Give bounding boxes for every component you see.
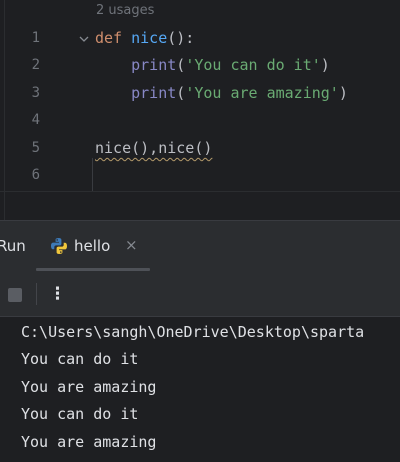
code-line-3: print('You are amazing') — [95, 84, 348, 102]
run-panel-title: Run — [0, 237, 26, 255]
console-output[interactable]: C:\Users\sangh\OneDrive\Desktop\sparta Y… — [0, 317, 400, 462]
line-number: 6 — [31, 167, 40, 183]
close-paren: ) — [338, 84, 348, 102]
run-tab-bar: Run hello × — [0, 221, 400, 273]
indent-guide — [92, 158, 93, 191]
tab-hello[interactable]: hello × — [36, 221, 150, 273]
more-options-icon[interactable]: ⋮ — [49, 283, 66, 305]
run-toolbar: ⋮ — [0, 273, 400, 317]
close-paren: ) — [320, 56, 330, 74]
line-number: 4 — [31, 112, 40, 128]
gutter-divider-lower — [4, 192, 5, 220]
close-icon[interactable]: × — [125, 236, 138, 254]
function-name: nice — [131, 29, 168, 47]
open-paren: ( — [176, 84, 186, 102]
stop-icon[interactable] — [8, 288, 22, 302]
active-tab-indicator — [36, 268, 150, 271]
python-icon — [51, 238, 67, 254]
code-line-5: nice(),nice() — [95, 139, 212, 157]
console-line: You can do it — [21, 350, 139, 368]
console-line: You are amazing — [21, 433, 157, 451]
console-line: C:\Users\sangh\OneDrive\Desktop\sparta — [21, 323, 365, 341]
string-literal: 'You are amazing' — [185, 84, 339, 102]
usages-hint[interactable]: 2 usages — [96, 3, 154, 18]
editor-margin — [0, 192, 400, 220]
toolbar-divider — [36, 283, 37, 305]
warning-highlight[interactable]: nice(),nice() — [95, 139, 212, 157]
line-number: 1 — [31, 30, 40, 46]
builtin-print: print — [131, 56, 177, 74]
code-punctuation: (): — [167, 29, 195, 47]
builtin-print: print — [131, 84, 177, 102]
console-line: You are amazing — [21, 378, 157, 396]
line-number: 5 — [31, 140, 40, 156]
code-line-1: def nice(): — [95, 29, 194, 47]
tab-label: hello — [74, 237, 111, 255]
keyword-def: def — [95, 29, 123, 47]
ide-window: 2 usages 1 2 3 4 5 6 def nice(): print('… — [0, 0, 400, 462]
code-line-2: print('You can do it') — [95, 56, 330, 74]
code-editor[interactable]: 2 usages 1 2 3 4 5 6 def nice(): print('… — [0, 0, 400, 191]
line-number: 3 — [31, 85, 40, 101]
string-literal: 'You can do it' — [185, 56, 321, 74]
open-paren: ( — [176, 56, 186, 74]
line-number: 2 — [31, 57, 40, 73]
console-line: You can do it — [21, 405, 139, 423]
fold-chevron-icon[interactable] — [78, 33, 90, 45]
